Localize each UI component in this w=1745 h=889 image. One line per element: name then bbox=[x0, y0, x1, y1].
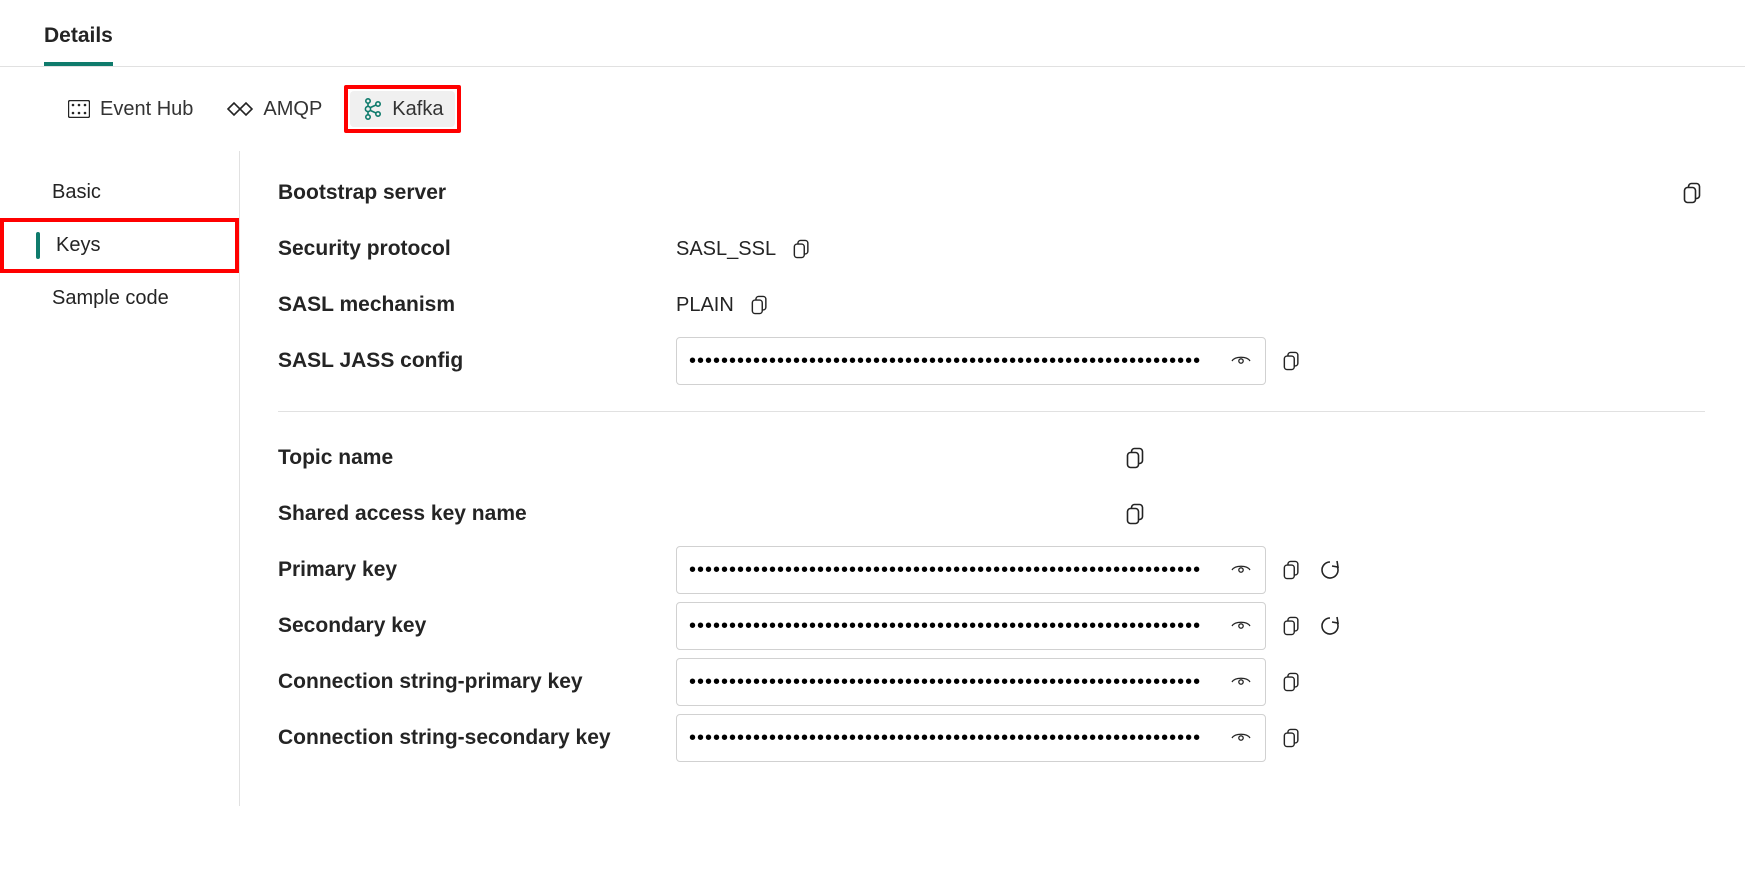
sidebar-item-basic[interactable]: Basic bbox=[0, 169, 239, 216]
secret-input-secondary-key bbox=[676, 602, 1266, 650]
label-conn-primary: Connection string-primary key bbox=[278, 670, 676, 694]
reveal-icon[interactable] bbox=[1229, 670, 1253, 694]
label-bootstrap-server: Bootstrap server bbox=[278, 181, 676, 205]
row-sasl-mechanism: SASL mechanism PLAIN bbox=[278, 277, 1705, 333]
row-primary-key: Primary key bbox=[278, 542, 1705, 598]
sidebar-item-keys[interactable]: Keys bbox=[4, 222, 235, 269]
event-hub-icon bbox=[68, 100, 90, 118]
input-primary-key[interactable] bbox=[689, 559, 1221, 582]
regenerate-icon[interactable] bbox=[1318, 614, 1342, 638]
label-sasl-jass-config: SASL JASS config bbox=[278, 349, 676, 373]
copy-icon[interactable] bbox=[1124, 446, 1148, 470]
copy-icon[interactable] bbox=[1124, 502, 1148, 526]
amqp-icon bbox=[227, 101, 253, 117]
label-sasl-mechanism: SASL mechanism bbox=[278, 293, 676, 317]
row-conn-secondary: Connection string-secondary key bbox=[278, 710, 1705, 766]
copy-icon[interactable] bbox=[1681, 181, 1705, 205]
regenerate-icon[interactable] bbox=[1318, 558, 1342, 582]
tab-details[interactable]: Details bbox=[44, 24, 113, 66]
reveal-icon[interactable] bbox=[1229, 614, 1253, 638]
secret-input-conn-primary bbox=[676, 658, 1266, 706]
input-conn-secondary[interactable] bbox=[689, 727, 1221, 750]
row-bootstrap-server: Bootstrap server bbox=[278, 165, 1705, 221]
tab-label: AMQP bbox=[263, 98, 322, 121]
row-shared-access-key-name: Shared access key name bbox=[278, 486, 1705, 542]
tab-amqp[interactable]: AMQP bbox=[215, 92, 334, 127]
input-conn-primary[interactable] bbox=[689, 671, 1221, 694]
reveal-icon[interactable] bbox=[1229, 726, 1253, 750]
secret-input-conn-secondary bbox=[676, 714, 1266, 762]
input-secondary-key[interactable] bbox=[689, 615, 1221, 638]
copy-icon[interactable] bbox=[1280, 614, 1304, 638]
tab-label: Kafka bbox=[392, 98, 443, 121]
top-tabs: Details bbox=[0, 0, 1745, 67]
divider bbox=[278, 411, 1705, 412]
copy-icon[interactable] bbox=[1280, 558, 1304, 582]
copy-icon[interactable] bbox=[1280, 726, 1304, 750]
tab-event-hub[interactable]: Event Hub bbox=[56, 92, 205, 127]
reveal-icon[interactable] bbox=[1229, 349, 1253, 373]
label-security-protocol: Security protocol bbox=[278, 237, 676, 261]
content-panel: Bootstrap server Security protocol SASL_… bbox=[240, 151, 1745, 806]
kafka-icon bbox=[362, 97, 382, 121]
tab-kafka[interactable]: Kafka bbox=[350, 91, 455, 127]
copy-icon[interactable] bbox=[1280, 349, 1304, 373]
reveal-icon[interactable] bbox=[1229, 558, 1253, 582]
sidebar: Basic Keys Sample code bbox=[0, 151, 240, 806]
sidebar-item-sample-code[interactable]: Sample code bbox=[0, 275, 239, 322]
copy-icon[interactable] bbox=[1280, 670, 1304, 694]
label-shared-access-key-name: Shared access key name bbox=[278, 502, 676, 526]
row-security-protocol: Security protocol SASL_SSL bbox=[278, 221, 1705, 277]
copy-icon[interactable] bbox=[790, 237, 814, 261]
secret-input-sasl-jass bbox=[676, 337, 1266, 385]
label-primary-key: Primary key bbox=[278, 558, 676, 582]
row-secondary-key: Secondary key bbox=[278, 598, 1705, 654]
input-sasl-jass[interactable] bbox=[689, 350, 1221, 373]
secret-input-primary-key bbox=[676, 546, 1266, 594]
protocol-tabs: Event Hub AMQP bbox=[0, 67, 1745, 151]
row-conn-primary: Connection string-primary key bbox=[278, 654, 1705, 710]
value-sasl-mechanism: PLAIN bbox=[676, 294, 734, 317]
copy-icon[interactable] bbox=[748, 293, 772, 317]
row-sasl-jass-config: SASL JASS config bbox=[278, 333, 1705, 389]
value-security-protocol: SASL_SSL bbox=[676, 238, 776, 261]
tab-label: Event Hub bbox=[100, 98, 193, 121]
label-conn-secondary: Connection string-secondary key bbox=[278, 726, 676, 750]
label-topic-name: Topic name bbox=[278, 446, 676, 470]
label-secondary-key: Secondary key bbox=[278, 614, 676, 638]
row-topic-name: Topic name bbox=[278, 430, 1705, 486]
